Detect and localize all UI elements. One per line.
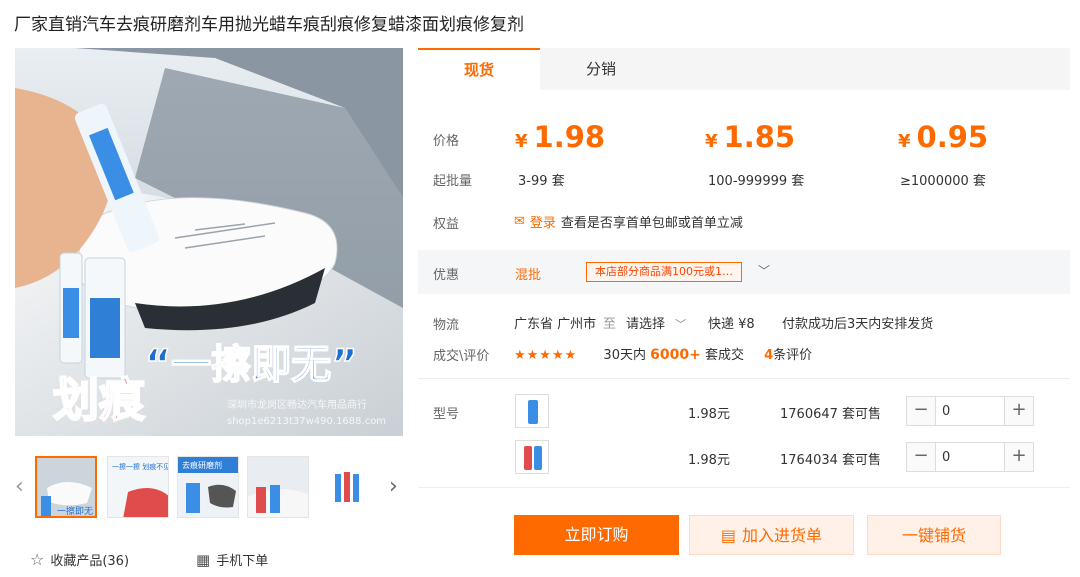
sku-stock: 1760647 套可售 [780,407,882,422]
buy-now-button[interactable]: 立即订购 [514,515,679,555]
add-to-cart-button[interactable]: ▤ 加入进货单 [689,515,854,555]
qty-tier-2: 100-999999 套 [708,174,805,189]
big-text: 划痕 [53,373,146,427]
thumbnail-5[interactable] [317,456,377,518]
sku-price: 1.98元 [688,407,730,422]
review-count[interactable]: 4 [764,348,773,363]
quantity-input[interactable] [935,397,1005,425]
sku-thumbnail[interactable] [515,394,549,428]
price-tier-2: ¥1.85 [705,120,796,154]
thumb-2-text: 一擦一擦 划痕不见了 [112,462,169,471]
mobile-order-label: 手机下单 [216,554,269,569]
sales-count: 6000+ [650,347,701,363]
svg-text:一擦即无: 一擦即无 [57,505,93,517]
sku-section: 型号 1.98元 1760647 套可售 − + 1.98元 1764034 套… [418,378,1070,488]
thumbnail-4[interactable] [247,456,309,518]
rights-row: ✉ 登录 查看是否享首单包邮或首单立减 [514,212,743,231]
logistics-label: 物流 [433,318,460,333]
login-link[interactable]: 登录 [530,212,556,231]
price-tier-3: ¥0.95 [898,120,989,154]
clipboard-icon: ▤ [720,526,737,545]
sales-period: 30天内 [603,348,646,363]
rights-label: 权益 [433,217,460,232]
review-unit: 条评价 [773,348,813,363]
minus-icon[interactable]: − [907,397,935,425]
quantity-stepper: − + [906,442,1034,472]
qty-tier-1: 3-99 套 [518,174,565,189]
sales-row: ★★★★★ 30天内 6000+ 套成交 4条评价 [514,344,812,363]
plus-icon[interactable]: + [1005,397,1033,425]
price-label: 价格 [433,134,460,149]
sku-row: 1.98元 1764034 套可售 − + [418,438,1070,478]
product-title: 厂家直销汽车去痕研磨剂车用抛光蜡车痕刮痕修复蜡漆面划痕修复剂 [14,15,524,35]
sku-price: 1.98元 [688,453,730,468]
chevron-right-icon[interactable]: › [389,474,398,499]
watermark-2: shop1e6213t37w490.1688.com [227,416,386,427]
express-fee: 快递 ¥8 [708,317,755,332]
rating-stars: ★★★★★ [514,348,578,363]
one-click-distribute-button[interactable]: 一键铺货 [867,515,1001,555]
thumbnail-1[interactable]: 一擦即无 [35,456,97,518]
slogan-text: “一擦即无” [145,342,358,388]
sku-stock: 1764034 套可售 [780,453,882,468]
thumbnail-2[interactable]: 一擦一擦 划痕不见了 [107,456,169,518]
coupon-icon: ✉ [514,214,525,229]
thumbnail-strip: ‹ 一擦即无 一擦一擦 划痕不见了 去痕研磨剂 › [15,456,403,520]
quantity-stepper: − + [906,396,1034,426]
favorite-label: 收藏产品(36) [50,554,130,569]
promo-tag[interactable]: 本店部分商品满100元或1… [586,262,742,282]
qrcode-icon: ▦ [196,550,211,569]
main-product-image[interactable]: “一擦即无” 划痕 深圳市龙岗区畅达汽车用品商行 shop1e6213t37w4… [15,48,403,436]
promo-band: 优惠 混批 本店部分商品满100元或1… ﹀ [418,250,1070,294]
chevron-down-icon[interactable]: ﹀ [758,262,770,279]
chevron-down-icon: ﹀ [675,318,687,331]
ship-time: 付款成功后3天内安排发货 [782,317,934,332]
price-tier-1: ¥1.98 [515,120,606,154]
min-qty-label: 起批量 [433,174,473,189]
qty-tier-3: ≥1000000 套 [900,174,986,189]
add-to-cart-label: 加入进货单 [742,526,823,545]
watermark-1: 深圳市龙岗区畅达汽车用品商行 [227,398,367,411]
sku-thumbnail[interactable] [515,440,549,474]
ship-to-word: 至 [603,317,617,332]
quantity-input[interactable] [935,443,1005,471]
plus-icon[interactable]: + [1005,443,1033,471]
thumb-3-text: 去痕研磨剂 [182,460,222,470]
sales-label: 成交\评价 [433,349,490,364]
star-icon: ☆ [30,550,45,569]
destination-select[interactable]: 请选择 ﹀ [626,313,686,332]
tab-spot[interactable]: 现货 [418,48,540,90]
promo-type: 混批 [515,268,542,283]
thumbnail-3[interactable]: 去痕研磨剂 [177,456,239,518]
favorite-link[interactable]: ☆ 收藏产品(36) [30,550,129,569]
tab-bar: 现货 分销 [418,48,1070,90]
minus-icon[interactable]: − [907,443,935,471]
tab-distribution[interactable]: 分销 [540,48,662,90]
mobile-order-link[interactable]: ▦ 手机下单 [196,550,269,570]
promo-label: 优惠 [433,268,460,283]
rights-text: 查看是否享首单包邮或首单立减 [560,216,743,231]
sales-unit: 套成交 [704,348,744,363]
ship-from: 广东省 广州市 [514,317,597,332]
sku-row: 1.98元 1760647 套可售 − + [418,392,1070,432]
chevron-left-icon[interactable]: ‹ [15,474,24,499]
